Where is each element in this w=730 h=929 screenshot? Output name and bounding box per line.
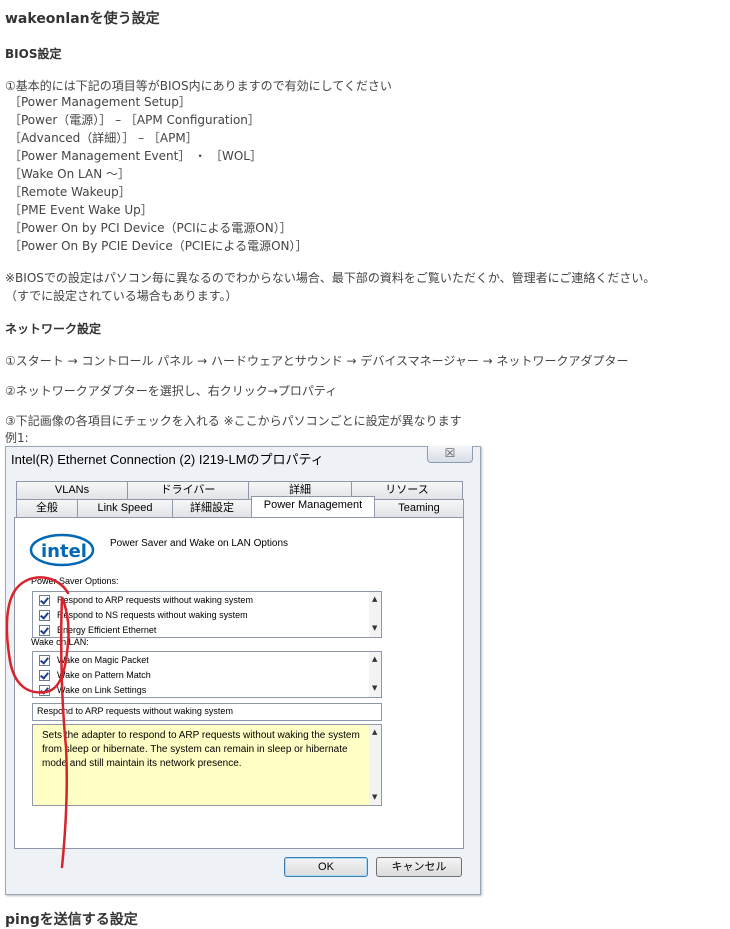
close-icon: ☒ xyxy=(444,446,456,460)
bios-items-list: ［Power Management Setup］ ［Power（電源）］ – ［… xyxy=(9,93,308,255)
checkbox-checked-icon[interactable] xyxy=(39,595,50,607)
bios-item: ［Power On By PCIE Device（PCIEによる電源ON）］ xyxy=(9,239,308,253)
network-heading: ネットワーク設定 xyxy=(5,322,102,336)
wol-option[interactable]: Wake on Magic Packet xyxy=(39,655,149,669)
scroll-down-icon[interactable]: ▼ xyxy=(372,624,377,632)
tab-teaming[interactable]: Teaming xyxy=(374,499,464,517)
dialog-title: Intel(R) Ethernet Connection (2) I219-LM… xyxy=(11,452,324,467)
page-title: wakeonlanを使う設定 xyxy=(5,11,160,27)
wol-list: Wake on Magic Packet Wake on Pattern Mat… xyxy=(32,651,382,698)
bios-intro: ①基本的には下記の項目等がBIOS内にありますので有効にしてください xyxy=(5,79,392,93)
power-saver-list: Respond to ARP requests without waking s… xyxy=(32,591,382,638)
example-label: 例1: xyxy=(5,431,29,445)
checkbox-checked-icon[interactable] xyxy=(39,610,50,622)
scroll-up-icon[interactable]: ▲ xyxy=(372,595,377,603)
checkbox-checked-icon[interactable] xyxy=(39,655,50,667)
bios-note: ※BIOSでの設定はパソコン毎に異なるのでわからない場合、最下部の資料をご覧いた… xyxy=(5,271,656,285)
network-step-1: ①スタート → コントロール パネル → ハードウェアとサウンド → デバイスマ… xyxy=(5,354,629,368)
description-box: Sets the adapter to respond to ARP reque… xyxy=(32,724,382,806)
bios-item: ［PME Event Wake Up］ xyxy=(9,203,153,217)
option-label: Wake on Magic Packet xyxy=(57,655,149,665)
option-label: Respond to ARP requests without waking s… xyxy=(57,595,253,605)
bios-item: ［Power Management Setup］ xyxy=(9,95,191,109)
bios-note-sub: （すでに設定されている場合もあります。） xyxy=(5,289,238,303)
scroll-down-icon[interactable]: ▼ xyxy=(372,684,377,692)
option-label: Energy Efficient Ethernet xyxy=(57,625,157,635)
power-saver-label: Power Saver Options: xyxy=(31,576,119,586)
tab-advanced[interactable]: 詳細設定 xyxy=(172,499,252,517)
power-saver-option[interactable]: Respond to ARP requests without waking s… xyxy=(39,595,253,609)
tab-link-speed[interactable]: Link Speed xyxy=(77,499,173,517)
wol-label: Wake on LAN: xyxy=(31,637,89,647)
wol-option[interactable]: Wake on Link Settings xyxy=(39,685,146,699)
scrollbar[interactable]: ▲ ▼ xyxy=(369,652,381,697)
bios-item: ［Power（電源）］ – ［APM Configuration］ xyxy=(9,113,260,127)
tab-driver[interactable]: ドライバー xyxy=(127,481,249,499)
checkbox-checked-icon[interactable] xyxy=(39,670,50,682)
tab-general[interactable]: 全般 xyxy=(16,499,78,517)
bios-item: ［Power On by PCI Device（PCIによる電源ON）］ xyxy=(9,221,292,235)
scrollbar[interactable]: ▲ ▼ xyxy=(369,725,381,805)
network-step-2: ②ネットワークアダプターを選択し、右クリック→プロパティ xyxy=(5,384,338,398)
section-title: Power Saver and Wake on LAN Options xyxy=(110,538,289,549)
tab-vlans[interactable]: VLANs xyxy=(16,481,128,499)
power-management-panel: intel Power Saver and Wake on LAN Option… xyxy=(14,517,464,849)
scroll-down-icon[interactable]: ▼ xyxy=(372,793,377,801)
power-saver-option[interactable]: Respond to NS requests without waking sy… xyxy=(39,610,248,624)
selected-item-field: Respond to ARP requests without waking s… xyxy=(32,703,382,721)
checkbox-checked-icon[interactable] xyxy=(39,625,50,637)
properties-dialog: Intel(R) Ethernet Connection (2) I219-LM… xyxy=(5,446,481,895)
scroll-up-icon[interactable]: ▲ xyxy=(372,655,377,663)
bios-heading: BIOS設定 xyxy=(5,47,62,61)
scroll-up-icon[interactable]: ▲ xyxy=(372,728,377,736)
close-button[interactable]: ☒ xyxy=(427,446,473,463)
next-section-heading: pingを送信する設定 xyxy=(5,912,138,928)
svg-text:intel: intel xyxy=(41,541,87,562)
option-label: Respond to NS requests without waking sy… xyxy=(57,610,248,620)
checkbox-checked-icon[interactable] xyxy=(39,685,50,697)
bios-item: ［Advanced（詳細）］ – ［APM］ xyxy=(9,131,198,145)
cancel-button[interactable]: キャンセル xyxy=(376,857,462,877)
bios-item: ［Remote Wakeup］ xyxy=(9,185,131,199)
selected-item-text: Respond to ARP requests without waking s… xyxy=(37,706,233,716)
option-label: Wake on Link Settings xyxy=(57,685,147,695)
bios-item: ［Wake On LAN ～］ xyxy=(9,167,130,181)
scrollbar[interactable]: ▲ ▼ xyxy=(369,592,381,637)
bios-item: ［Power Management Event］ ・ ［WOL］ xyxy=(9,149,262,163)
description-text: Sets the adapter to respond to ARP reque… xyxy=(42,730,360,769)
network-step-3: ③下記画像の各項目にチェックを入れる ※ここからパソコンごとに設定が異なります xyxy=(5,414,462,428)
ok-button[interactable]: OK xyxy=(284,857,368,877)
tab-power-management[interactable]: Power Management xyxy=(251,496,375,517)
option-label: Wake on Pattern Match xyxy=(57,670,151,680)
wol-option[interactable]: Wake on Pattern Match xyxy=(39,670,151,684)
intel-logo: intel xyxy=(29,533,95,567)
